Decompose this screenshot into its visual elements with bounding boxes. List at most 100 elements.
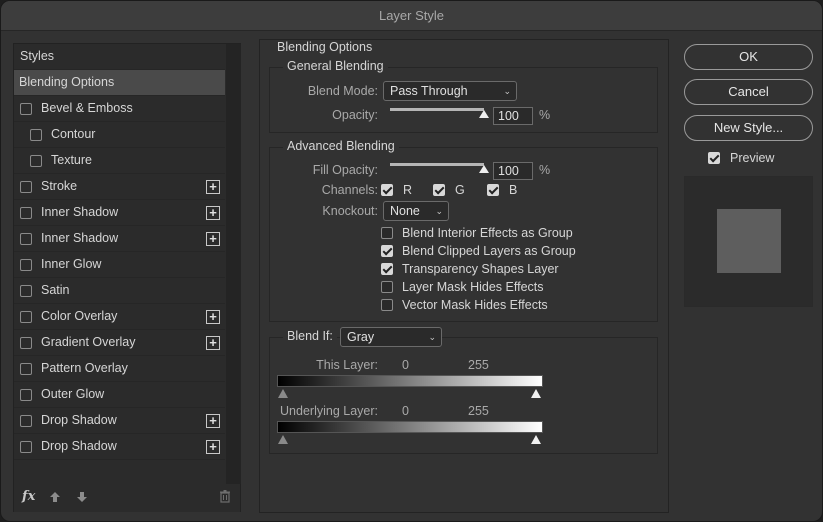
blending-options-title: Blending Options [273,40,377,54]
style-item[interactable]: Outer Glow [14,382,225,408]
style-item[interactable]: Color Overlay + [14,304,225,330]
style-checkbox[interactable] [20,441,32,453]
blend-mode-value: Pass Through [390,84,468,98]
styles-header[interactable]: Styles [14,44,225,70]
advanced-option-checkbox[interactable] [381,263,393,275]
general-blending-title: General Blending [283,59,388,73]
channels-label: Channels: [321,183,378,197]
chevron-down-icon: ⌄ [428,332,436,342]
chevron-down-icon: ⌄ [503,86,511,96]
style-item[interactable]: Bevel & Emboss [14,96,225,122]
style-item-label: Outer Glow [41,387,105,401]
this-layer-black-slider[interactable] [278,389,288,398]
opacity-slider-fill [390,108,484,111]
ok-button[interactable]: OK [684,44,813,70]
style-checkbox[interactable] [20,259,32,271]
channel-b-label: B [509,183,518,197]
style-checkbox[interactable] [20,207,32,219]
fill-opacity-input[interactable]: 100 [493,162,533,180]
style-item-label: Texture [51,153,92,167]
new-style-button[interactable]: New Style... [684,115,813,141]
opacity-slider-thumb[interactable] [479,110,489,118]
style-checkbox[interactable] [20,337,32,349]
this-layer-gradient [277,375,543,387]
preview-swatch [717,209,781,273]
style-item[interactable]: Satin [14,278,225,304]
style-item[interactable]: Inner Shadow + [14,226,225,252]
underlying-layer-max: 255 [468,404,489,418]
style-item[interactable]: Inner Shadow + [14,200,225,226]
style-item[interactable]: Texture [14,148,225,174]
style-item-label: Inner Glow [41,257,102,271]
blend-mode-select[interactable]: Pass Through ⌄ [383,81,517,101]
underlying-layer-white-slider[interactable] [531,435,541,444]
style-checkbox[interactable] [20,415,32,427]
style-checkbox[interactable] [20,285,32,297]
knockout-label: Knockout: [322,204,378,218]
style-checkbox[interactable] [20,233,32,245]
add-effect-icon[interactable]: + [206,232,220,246]
styles-list: Styles Blending Options Bevel & Emboss Con… [14,44,225,460]
preview-checkbox[interactable] [708,152,720,164]
underlying-layer-black-slider[interactable] [278,435,288,444]
channel-b-checkbox[interactable] [487,184,499,196]
advanced-option-label: Blend Interior Effects as Group [402,226,573,240]
channel-g-checkbox[interactable] [433,184,445,196]
style-item[interactable]: Drop Shadow + [14,434,225,460]
this-layer-max: 255 [468,358,489,372]
style-item[interactable]: Blending Options [14,70,225,96]
opacity-label: Opacity: [332,108,378,122]
styles-footer: fx [14,484,240,512]
fill-opacity-slider[interactable] [390,163,484,166]
arrow-down-icon[interactable] [76,491,88,503]
advanced-option-checkbox[interactable] [381,299,393,311]
channel-r-checkbox[interactable] [381,184,393,196]
trash-icon[interactable] [219,490,231,506]
style-item[interactable]: Gradient Overlay + [14,330,225,356]
style-item[interactable]: Drop Shadow + [14,408,225,434]
add-effect-icon[interactable]: + [206,414,220,428]
knockout-select[interactable]: None ⌄ [383,201,449,221]
style-checkbox[interactable] [20,311,32,323]
cancel-button[interactable]: Cancel [684,79,813,105]
fx-button[interactable]: fx [22,489,35,504]
opacity-slider[interactable] [390,108,484,111]
style-item-label: Bevel & Emboss [41,101,133,115]
advanced-option-checkbox[interactable] [381,227,393,239]
advanced-option-label: Transparency Shapes Layer [402,262,559,276]
advanced-option-checkbox[interactable] [381,245,393,257]
add-effect-icon[interactable]: + [206,336,220,350]
fill-opacity-label: Fill Opacity: [312,163,378,177]
style-item-label: Inner Shadow [41,231,119,245]
arrow-up-icon[interactable] [49,491,61,503]
opacity-input[interactable]: 100 [493,107,533,125]
this-layer-min: 0 [402,358,409,372]
advanced-option-label: Vector Mask Hides Effects [402,298,548,312]
style-item[interactable]: Pattern Overlay [14,356,225,382]
styles-scrollbar[interactable] [226,44,241,484]
style-item[interactable]: Stroke + [14,174,225,200]
advanced-option-checkbox[interactable] [381,281,393,293]
style-item-label: Color Overlay [41,309,118,323]
chevron-down-icon: ⌄ [435,206,443,216]
blend-if-select[interactable]: Gray ⌄ [340,327,442,347]
fill-opacity-slider-thumb[interactable] [479,165,489,173]
this-layer-white-slider[interactable] [531,389,541,398]
fill-opacity-slider-fill [390,163,484,166]
style-item[interactable]: Inner Glow [14,252,225,278]
add-effect-icon[interactable]: + [206,180,220,194]
style-checkbox[interactable] [20,363,32,375]
add-effect-icon[interactable]: + [206,310,220,324]
blend-if-label: Blend If: [283,329,337,343]
style-item-label: Inner Shadow [41,205,119,219]
blending-options-panel: Blending Options General Blending Blend … [259,39,669,513]
style-checkbox[interactable] [20,103,32,115]
style-checkbox[interactable] [20,181,32,193]
style-item[interactable]: Contour [14,122,225,148]
underlying-layer-label: Underlying Layer: [280,404,378,418]
style-checkbox[interactable] [20,389,32,401]
add-effect-icon[interactable]: + [206,440,220,454]
style-checkbox[interactable] [30,129,42,141]
style-checkbox[interactable] [30,155,42,167]
add-effect-icon[interactable]: + [206,206,220,220]
